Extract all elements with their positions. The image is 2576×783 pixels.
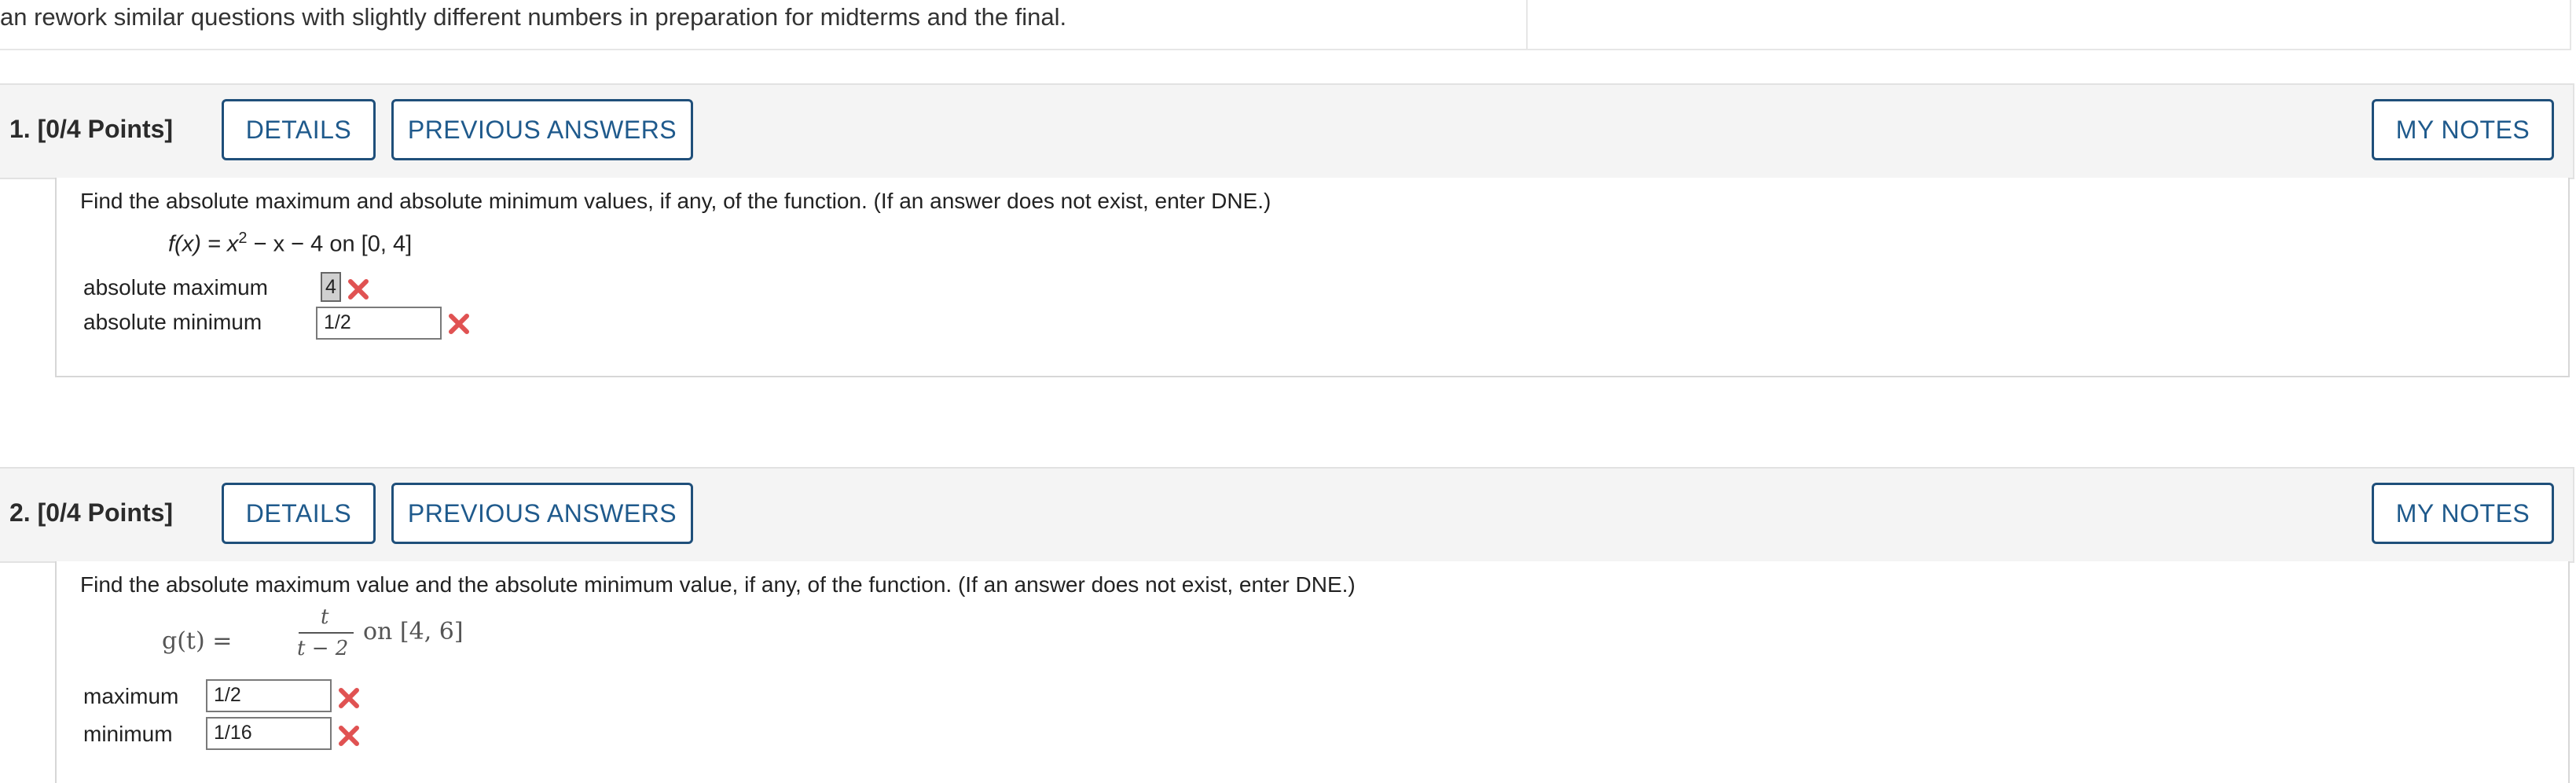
- question-1-formula-rest: − x − 4 on [0, 4]: [247, 231, 413, 257]
- intro-text: an rework similar questions with slightl…: [0, 3, 1067, 31]
- x-mark-icon: [339, 688, 359, 708]
- intro-strip: an rework similar questions with slightl…: [0, 0, 2576, 50]
- question-1-prompt: Find the absolute maximum and absolute m…: [80, 189, 1271, 213]
- intro-panel: an rework similar questions with slightl…: [0, 0, 1528, 50]
- question-2-number: 2.: [9, 498, 31, 527]
- question-2-formula-lhs: g(t) =: [162, 627, 233, 655]
- question-1-answer-2-label: absolute minimum: [83, 310, 262, 334]
- question-2-answer-2-field[interactable]: 1/16: [206, 717, 332, 750]
- question-2-answer-1-field[interactable]: 1/2: [206, 679, 332, 712]
- question-1-answer-1-label: absolute maximum: [83, 275, 268, 300]
- question-1-formula-exp: 2: [238, 230, 248, 247]
- question-1-points: [0/4 Points]: [37, 115, 174, 143]
- question-1-body: Find the absolute maximum and absolute m…: [55, 178, 2570, 377]
- question-2-formula-denominator: t − 2: [297, 637, 349, 660]
- question-2-formula-numerator: t: [321, 605, 329, 629]
- intro-side-panel: [1528, 0, 2571, 50]
- x-mark-icon: [449, 314, 469, 334]
- question-2-my-notes-button[interactable]: MY NOTES: [2372, 483, 2554, 544]
- question-1-answer-2-field[interactable]: 1/2: [316, 307, 442, 340]
- question-2-answer-1-label: maximum: [83, 684, 179, 708]
- question-1-number: 1.: [9, 115, 31, 143]
- question-1-formula-fx: f(x) = x: [168, 231, 239, 257]
- x-mark-icon: [339, 726, 359, 746]
- question-2-prompt: Find the absolute maximum value and the …: [80, 572, 1356, 597]
- x-mark-icon: [348, 279, 369, 300]
- question-2-body: Find the absolute maximum value and the …: [55, 561, 2570, 783]
- question-2-fraction-bar: [299, 632, 354, 634]
- question-1-previous-answers-button[interactable]: PREVIOUS ANSWERS: [391, 99, 693, 160]
- question-2-details-button[interactable]: DETAILS: [222, 483, 376, 544]
- question-1-header: 1. [0/4 Points] DETAILS PREVIOUS ANSWERS…: [0, 83, 2574, 179]
- question-2-answer-2-label: minimum: [83, 722, 173, 746]
- question-1-details-button[interactable]: DETAILS: [222, 99, 376, 160]
- question-1-formula: f(x) = x2 − x − 4 on [0, 4]: [168, 230, 412, 258]
- question-2-previous-answers-button[interactable]: PREVIOUS ANSWERS: [391, 483, 693, 544]
- question-1-my-notes-button[interactable]: MY NOTES: [2372, 99, 2554, 160]
- question-2-points: [0/4 Points]: [37, 498, 174, 527]
- question-2-formula-rhs: on [4, 6]: [363, 618, 464, 645]
- question-1-answer-1-field[interactable]: 4: [321, 272, 341, 302]
- question-1-title: 1. [0/4 Points]: [9, 115, 173, 144]
- question-2-title: 2. [0/4 Points]: [9, 498, 173, 528]
- question-2-header: 2. [0/4 Points] DETAILS PREVIOUS ANSWERS…: [0, 467, 2574, 563]
